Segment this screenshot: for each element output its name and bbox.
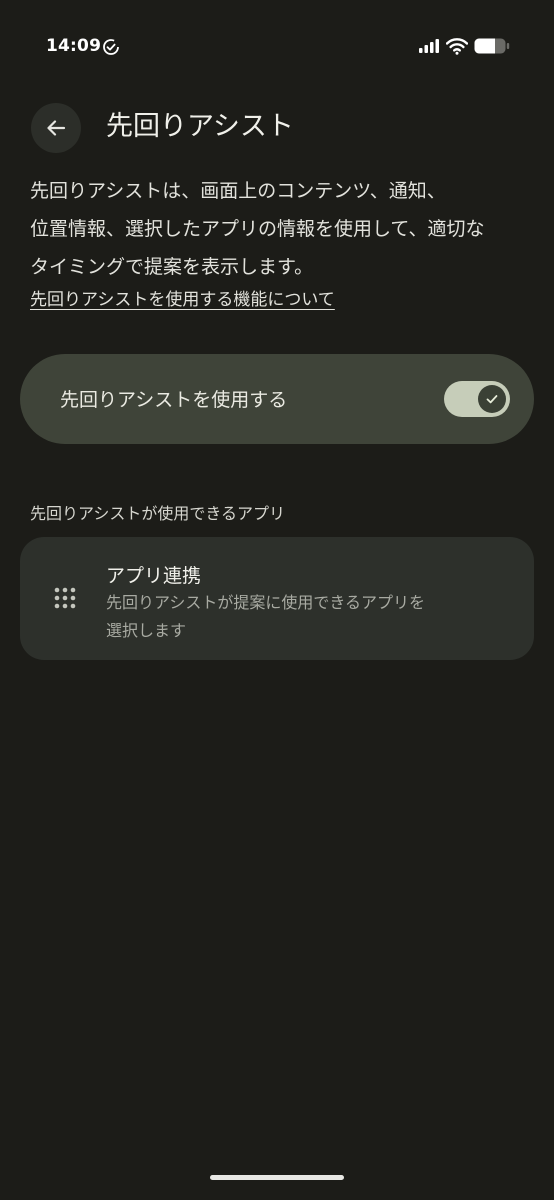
status-time: 14:09	[46, 36, 102, 56]
use-assist-toggle-row[interactable]: 先回りアシストを使用する	[20, 354, 534, 444]
use-assist-switch[interactable]	[444, 381, 510, 417]
app-integration-item[interactable]: アプリ連携 先回りアシストが提案に使用できるアプリを 選択します	[20, 537, 534, 660]
wifi-icon	[446, 38, 468, 55]
check-circle-icon	[103, 39, 119, 55]
description-line: 選択します	[106, 621, 187, 640]
description-line: 先回りアシストは、画面上のコンテンツ、通知、	[30, 180, 446, 202]
signal-icon	[419, 39, 439, 53]
grid-icon	[54, 587, 76, 609]
page-title: 先回りアシスト	[106, 111, 294, 142]
arrow-left-icon	[47, 120, 66, 136]
apps-section-label: 先回りアシストが使用できるアプリ	[30, 504, 286, 523]
description: 先回りアシストは、画面上のコンテンツ、通知、 位置情報、選択したアプリの情報を使…	[30, 172, 530, 286]
app-integration-title: アプリ連携	[106, 565, 202, 587]
description-line: タイミングで提案を表示します。	[30, 256, 314, 278]
app-integration-description: 先回りアシストが提案に使用できるアプリを 選択します	[106, 589, 506, 645]
status-bar: 14:09	[0, 0, 554, 90]
battery-icon	[474, 38, 510, 54]
switch-thumb	[478, 385, 506, 413]
back-button[interactable]	[31, 103, 81, 153]
learn-more-link[interactable]: 先回りアシストを使用する機能について	[30, 285, 335, 310]
toggle-label: 先回りアシストを使用する	[60, 389, 288, 411]
description-line: 先回りアシストが提案に使用できるアプリを	[106, 593, 426, 612]
home-indicator[interactable]	[210, 1175, 344, 1180]
check-icon	[486, 395, 498, 404]
description-line: 位置情報、選択したアプリの情報を使用して、適切な	[30, 218, 485, 240]
